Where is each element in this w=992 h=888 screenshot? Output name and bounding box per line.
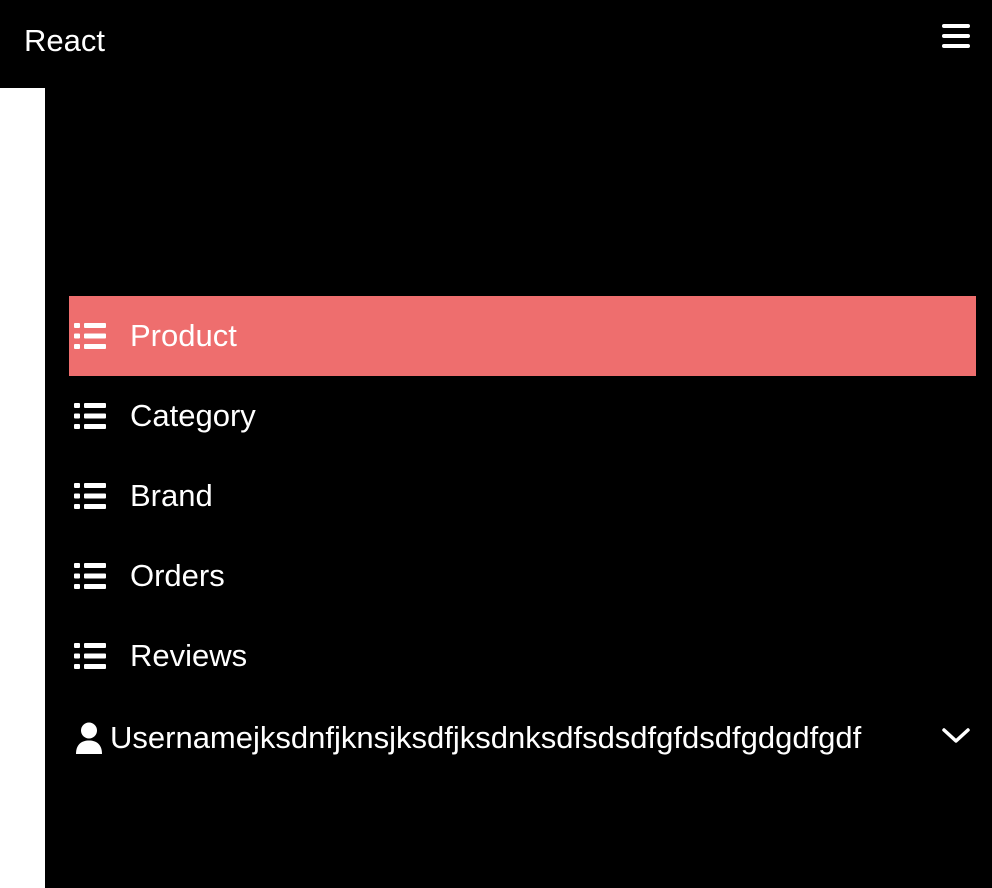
sidebar-item-label: Brand xyxy=(130,478,213,513)
list-icon xyxy=(74,643,106,669)
sidebar-item-label: Category xyxy=(130,398,256,433)
list-icon xyxy=(74,403,106,429)
sidebar-item-category[interactable]: Category xyxy=(69,376,976,456)
list-icon xyxy=(74,323,106,349)
sidebar-item-product[interactable]: Product xyxy=(69,296,976,376)
list-icon xyxy=(74,483,106,509)
sidebar-item-label: Product xyxy=(130,318,237,353)
sidebar-item-reviews[interactable]: Reviews xyxy=(69,616,976,696)
username-label: Usernamejksdnfjknsjksdfjksdnksdfsdsdfgfd… xyxy=(110,720,862,755)
top-navbar: React xyxy=(0,0,992,88)
sidebar-item-brand[interactable]: Brand xyxy=(69,456,976,536)
sidebar-item-orders[interactable]: Orders xyxy=(69,536,976,616)
chevron-down-icon[interactable] xyxy=(941,726,971,746)
user-menu-toggle[interactable]: Usernamejksdnfjknsjksdfjksdnksdfsdsdfgfd… xyxy=(69,698,976,778)
hamburger-icon[interactable] xyxy=(942,24,970,48)
list-icon xyxy=(74,563,106,589)
side-drawer: Product Category Brand Orders Reviews Us… xyxy=(45,88,992,888)
brand-logo[interactable]: React xyxy=(24,22,105,60)
user-icon xyxy=(76,722,102,754)
sidebar-item-label: Reviews xyxy=(130,638,248,673)
sidebar-item-label: Orders xyxy=(130,558,225,593)
